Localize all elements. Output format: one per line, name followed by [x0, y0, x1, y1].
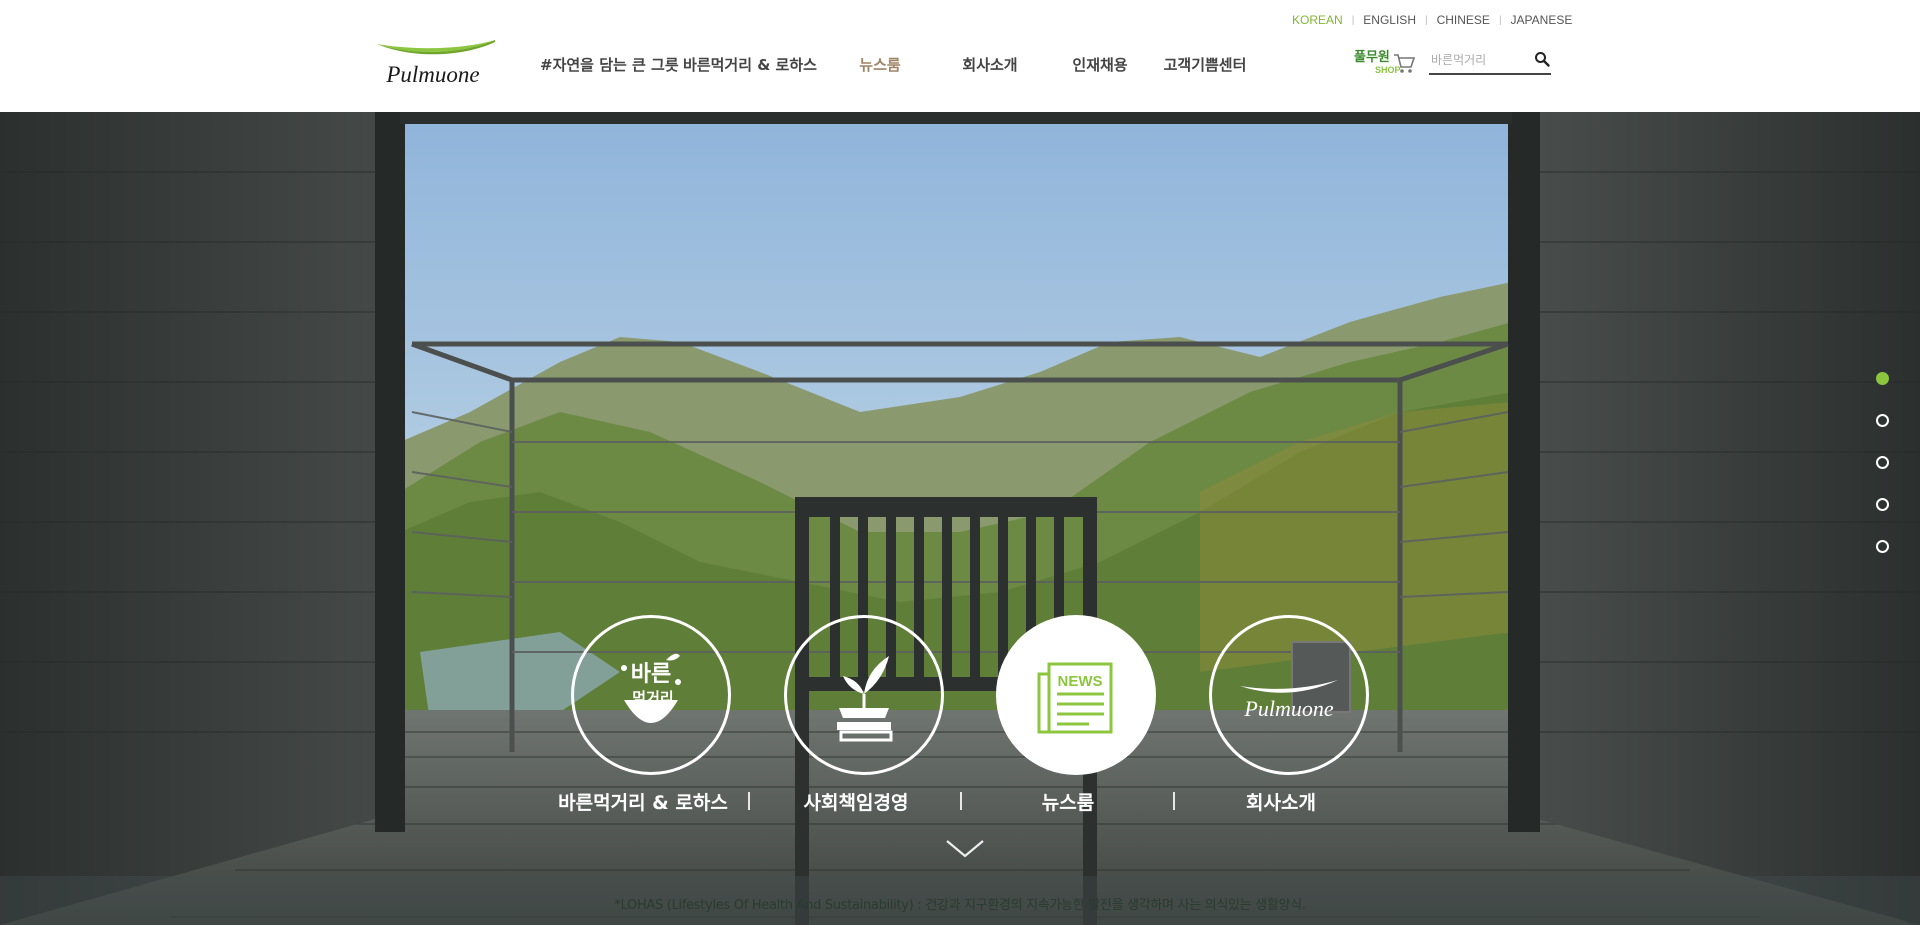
svg-text:바른: 바른 — [631, 662, 671, 687]
nav-item-brand-campaign[interactable]: #자연을 담는 큰 그릇 — [540, 54, 679, 75]
shop-cart-icon: 풀무원 SHOP — [1354, 50, 1416, 75]
pager-dot-3[interactable] — [1876, 456, 1889, 469]
svg-text:풀무원: 풀무원 — [1354, 50, 1390, 65]
hero-visual: 바른 먹거리 NEWS Pulmuone 바른먹거리 & 로하스 사회책임경영 … — [0, 112, 1920, 925]
lang-chinese-link[interactable]: CHINESE — [1437, 13, 1490, 27]
lang-divider: | — [1351, 14, 1355, 26]
pulmuone-logo[interactable]: Pulmuone — [373, 38, 497, 88]
lang-divider: | — [1498, 14, 1502, 26]
svg-text:NEWS: NEWS — [1058, 673, 1103, 690]
nav-item-customer-center[interactable]: 고객기쁨센터 — [1155, 54, 1255, 75]
pager-dot-4[interactable] — [1876, 498, 1889, 511]
quick-circle: NEWS — [996, 615, 1156, 775]
quick-circle — [784, 615, 944, 775]
nav-item-newsroom[interactable]: 뉴스룸 — [825, 54, 935, 75]
quick-circle: 바른 먹거리 — [571, 615, 731, 775]
quick-label-newsroom[interactable]: 뉴스룸 — [960, 788, 1176, 815]
pulmuone-shop-link[interactable]: 풀무원 SHOP — [1354, 46, 1416, 78]
news-icon: NEWS — [1037, 662, 1113, 734]
quick-item-csr[interactable] — [756, 613, 972, 775]
lohas-footnote: *LOHAS (Lifestyles Of Health And Sustain… — [614, 898, 1306, 913]
chevron-down-icon[interactable] — [944, 838, 986, 860]
bareun-mukgeori-icon: 바른 먹거리 — [621, 653, 681, 723]
pager-dot-2[interactable] — [1876, 414, 1889, 427]
quick-divider — [1173, 792, 1175, 810]
svg-text:먹거리: 먹거리 — [632, 689, 673, 707]
pager-dot-5[interactable] — [1876, 540, 1889, 553]
quick-item-newsroom[interactable]: NEWS — [968, 613, 1184, 775]
pager-dot-1[interactable] — [1876, 372, 1889, 385]
lang-english-link[interactable]: ENGLISH — [1363, 13, 1416, 27]
lang-korean-link[interactable]: KOREAN — [1292, 13, 1343, 27]
nav-item-lohas[interactable]: 바른먹거리 & 로하스 — [675, 54, 825, 75]
language-selector: KOREAN | ENGLISH | CHINESE | JAPANESE — [1292, 13, 1572, 27]
lang-divider: | — [1424, 14, 1428, 26]
svg-text:Pulmuone: Pulmuone — [1243, 696, 1333, 721]
main-navigation: #자연을 담는 큰 그릇 바른먹거리 & 로하스 뉴스룸 회사소개 인재채용 고… — [540, 50, 1255, 78]
quick-circle: Pulmuone — [1209, 615, 1369, 775]
nav-item-recruit[interactable]: 인재채용 — [1045, 54, 1155, 75]
quick-item-lohas[interactable]: 바른 먹거리 — [543, 613, 759, 775]
lang-japanese-link[interactable]: JAPANESE — [1511, 13, 1573, 27]
sprout-books-icon — [837, 656, 893, 742]
quick-divider — [960, 792, 962, 810]
pulmuone-logo-mark: Pulmuone — [377, 40, 495, 87]
quick-menu: 바른 먹거리 NEWS Pulmuone — [548, 613, 1369, 775]
quick-divider — [748, 792, 750, 810]
search-input[interactable] — [1429, 52, 1525, 67]
slide-pager — [1876, 372, 1892, 582]
nav-item-company[interactable]: 회사소개 — [935, 54, 1045, 75]
search-icon[interactable] — [1534, 51, 1550, 67]
site-header: KOREAN | ENGLISH | CHINESE | JAPANESE Pu… — [0, 0, 1920, 112]
quick-label-lohas[interactable]: 바른먹거리 & 로하스 — [535, 788, 751, 815]
quick-item-company[interactable]: Pulmuone — [1181, 613, 1397, 775]
quick-label-csr[interactable]: 사회책임경영 — [748, 788, 964, 815]
svg-text:SHOP: SHOP — [1375, 65, 1401, 75]
pulmuone-logo-icon: Pulmuone — [1240, 680, 1338, 721]
logo-wordmark: Pulmuone — [385, 62, 479, 87]
search-box — [1429, 46, 1551, 75]
quick-label-company[interactable]: 회사소개 — [1173, 788, 1389, 815]
